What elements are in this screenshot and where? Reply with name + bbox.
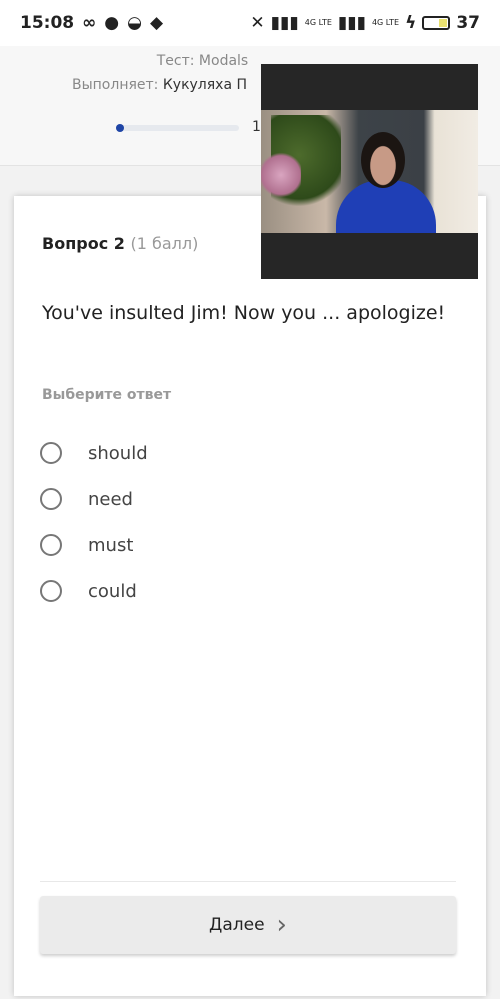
radio-button[interactable] — [40, 442, 62, 464]
signal-icon: ▮▮▮ — [337, 13, 366, 33]
circle-icon: ◒ — [127, 13, 142, 33]
network-type: 4G LTE — [304, 18, 332, 27]
progress-text: 1 — [252, 119, 261, 135]
answer-option[interactable]: must — [40, 534, 133, 556]
chat-icon: ● — [104, 13, 120, 33]
flower-image — [261, 150, 301, 200]
divider — [40, 881, 456, 882]
progress-indicator — [116, 124, 124, 132]
radio-button[interactable] — [40, 534, 62, 556]
option-label: could — [88, 580, 137, 602]
option-label: should — [88, 442, 148, 464]
network-type: 4G LTE — [371, 18, 400, 27]
clock: 15:08 — [20, 13, 75, 33]
performer-name: Кукуляха П — [162, 77, 248, 93]
battery-icon — [422, 16, 451, 30]
question-number: Вопрос 2 — [42, 234, 125, 253]
performer-label: Выполняет: — [72, 77, 159, 93]
radio-button[interactable] — [40, 488, 62, 510]
video-overlay[interactable] — [261, 64, 478, 279]
next-label: Далее — [209, 915, 265, 935]
infinity-icon: ∞ — [82, 13, 97, 33]
question-text: You've insulted Jim! Now you ... apologi… — [42, 302, 446, 324]
question-points: (1 балл) — [130, 234, 199, 253]
video-frame — [261, 110, 478, 233]
status-bar: 15:08 ∞ ● ◒ ◆ ✕ ▮▮▮ 4G LTE ▮▮▮ 4G LTE ϟ … — [0, 0, 500, 46]
answer-option[interactable]: should — [40, 442, 148, 464]
layers-icon: ◆ — [149, 13, 164, 33]
chevron-right-icon: › — [276, 910, 287, 940]
question-card: Вопрос 2 (1 балл) You've insulted Jim! N… — [14, 196, 486, 996]
option-label: must — [88, 534, 134, 556]
charging-icon: ϟ — [405, 13, 417, 33]
answer-option[interactable]: need — [40, 488, 133, 510]
next-button[interactable]: Далее › — [40, 896, 456, 954]
battery-level: 37 — [456, 13, 480, 33]
answer-prompt: Выберите ответ — [42, 387, 172, 403]
signal-icon: ▮▮▮ — [270, 13, 299, 33]
performer: Выполняет: Кукуляха П — [72, 77, 247, 93]
progress-bar — [116, 124, 239, 132]
radio-button[interactable] — [40, 580, 62, 602]
option-label: need — [88, 488, 133, 510]
person-image — [336, 180, 436, 233]
question-title: Вопрос 2 (1 балл) — [42, 234, 198, 253]
no-signal-icon: ✕ — [250, 13, 265, 33]
person-head — [361, 132, 405, 188]
answer-option[interactable]: could — [40, 580, 137, 602]
